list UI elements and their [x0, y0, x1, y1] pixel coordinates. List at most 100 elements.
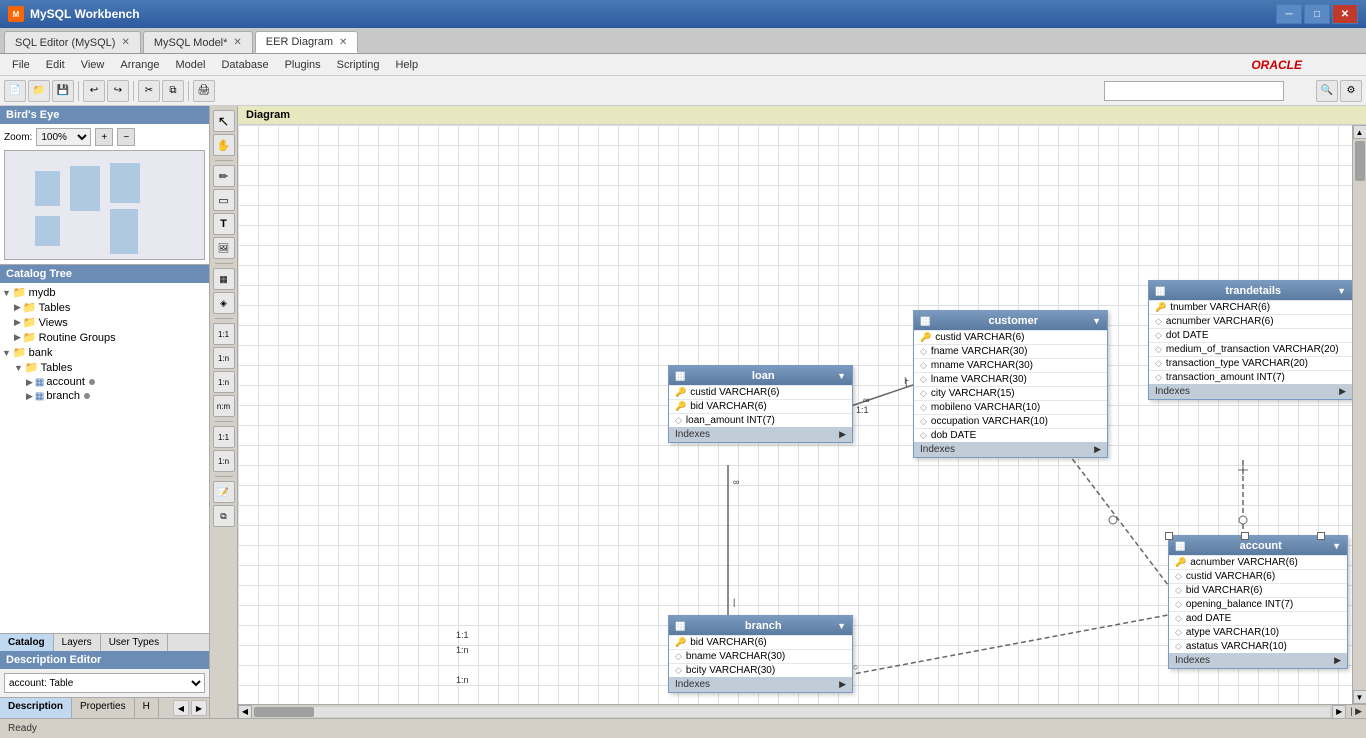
table-customer[interactable]: ▦ customer ▼ 🔑 custid VARCHAR(6) ◇ fname…	[913, 310, 1108, 458]
app-title: MySQL Workbench	[30, 7, 1276, 21]
tb-settings[interactable]: ⚙	[1340, 80, 1362, 102]
tree-bank-tables[interactable]: ▼ 📁 Tables	[2, 360, 207, 375]
tb-sep2	[133, 81, 134, 101]
zoom-out-btn[interactable]: −	[117, 128, 135, 146]
cust-lname-icon: ◇	[920, 374, 927, 385]
tab-h[interactable]: H	[135, 698, 159, 718]
tab-mysql-model[interactable]: MySQL Model* ✕	[143, 31, 253, 53]
zoom-select[interactable]: 100% 75% 50% 150%	[36, 128, 91, 146]
tool-view[interactable]: ◈	[213, 292, 235, 314]
tree-mydb-views[interactable]: ▶ 📁 Views	[2, 315, 207, 330]
branch-bcity-icon: ◇	[675, 665, 682, 676]
oracle-logo: ORACLE	[1251, 58, 1302, 72]
tb-copy[interactable]: ⧉	[162, 80, 184, 102]
tran-indexes[interactable]: Indexes ▶	[1149, 384, 1352, 399]
tab-eer-diagram[interactable]: EER Diagram ✕	[255, 31, 359, 53]
branch-indexes[interactable]: Indexes ▶	[669, 677, 852, 692]
scroll-thumb[interactable]	[1355, 141, 1365, 181]
window-controls[interactable]: ─ □ ✕	[1276, 4, 1358, 24]
scroll-down[interactable]: ▼	[1353, 690, 1366, 704]
tool-rel-5[interactable]: 1:1	[213, 426, 235, 448]
tree-mydb-tables[interactable]: ▶ 📁 Tables	[2, 300, 207, 315]
menu-plugins[interactable]: Plugins	[277, 57, 329, 73]
tool-rel-3[interactable]: 1:n	[213, 371, 235, 393]
scroll-up[interactable]: ▲	[1353, 125, 1366, 139]
tab-sql-close[interactable]: ✕	[121, 37, 129, 48]
zoom-in-btn[interactable]: +	[95, 128, 113, 146]
minimize-button[interactable]: ─	[1276, 4, 1302, 24]
tool-layer[interactable]: ⧉	[213, 505, 235, 527]
tb-save[interactable]: 💾	[52, 80, 74, 102]
tree-arrow-routines: ▶	[14, 332, 21, 343]
nav-right-btn[interactable]: ▶	[191, 700, 207, 716]
tb-cut[interactable]: ✂	[138, 80, 160, 102]
menu-model[interactable]: Model	[168, 57, 214, 73]
tb-search-btn[interactable]: 🔍	[1316, 80, 1338, 102]
branch-field-bcity: ◇ bcity VARCHAR(30)	[669, 663, 852, 677]
menu-file[interactable]: File	[4, 57, 38, 73]
h-scroll-track[interactable]	[254, 707, 1330, 717]
tree-branch[interactable]: ▶ ▦ branch	[2, 389, 207, 403]
tab-user-types[interactable]: User Types	[101, 634, 168, 651]
tab-sql-editor[interactable]: SQL Editor (MySQL) ✕	[4, 31, 141, 53]
tb-redo[interactable]: ↪	[107, 80, 129, 102]
table-account[interactable]: ▦ account ▼ 🔑 acnumber VARCHAR(6) ◇ cust…	[1168, 535, 1348, 669]
tree-mydb[interactable]: ▼ 📁 mydb	[2, 285, 207, 300]
customer-indexes[interactable]: Indexes ▶	[914, 442, 1107, 457]
acc-custid-icon: ◇	[1175, 571, 1182, 582]
tab-description[interactable]: Description	[0, 698, 72, 718]
tab-properties[interactable]: Properties	[72, 698, 135, 718]
desc-dropdown[interactable]: account: Table branch: Table loan: Table…	[4, 673, 205, 693]
table-account-name: account	[1240, 540, 1282, 552]
tool-note[interactable]: 📝	[213, 481, 235, 503]
tb-undo[interactable]: ↩	[83, 80, 105, 102]
tree-label-tables1: Tables	[39, 302, 71, 314]
table-loan[interactable]: ▦ loan ▼ 🔑 custid VARCHAR(6) 🔑 bid VARCH…	[668, 365, 853, 443]
menu-view[interactable]: View	[73, 57, 113, 73]
tool-table[interactable]: ▦	[213, 268, 235, 290]
menu-arrange[interactable]: Arrange	[112, 57, 167, 73]
tool-rel-4[interactable]: n:m	[213, 395, 235, 417]
tool-rel-2[interactable]: 1:n	[213, 347, 235, 369]
tb-print[interactable]: 🖨	[193, 80, 215, 102]
diagram-canvas[interactable]: ∞ | ∞ | ○	[238, 125, 1352, 704]
tool-rel-6[interactable]: 1:n	[213, 450, 235, 472]
scroll-right[interactable]: ▶	[1332, 705, 1346, 719]
tool-image[interactable]: 🖼	[213, 237, 235, 259]
tool-hand[interactable]: ✋	[213, 134, 235, 156]
close-button[interactable]: ✕	[1332, 4, 1358, 24]
tab-layers[interactable]: Layers	[54, 634, 101, 651]
tree-account[interactable]: ▶ ▦ account	[2, 375, 207, 389]
tree-mydb-routines[interactable]: ▶ 📁 Routine Groups	[2, 330, 207, 345]
menu-database[interactable]: Database	[213, 57, 276, 73]
handle-tr	[1317, 532, 1325, 540]
tree-bank[interactable]: ▼ 📁 bank	[2, 345, 207, 360]
nav-left-btn[interactable]: ◀	[173, 700, 189, 716]
loan-indexes[interactable]: Indexes ▶	[669, 427, 852, 442]
tb-open[interactable]: 📁	[28, 80, 50, 102]
scroll-left[interactable]: ◀	[238, 705, 252, 719]
table-branch[interactable]: ▦ branch ▼ 🔑 bid VARCHAR(6) ◇ bname VARC…	[668, 615, 853, 693]
table-trandetails[interactable]: ▦ trandetails ▼ 🔑 tnumber VARCHAR(6) ◇ a…	[1148, 280, 1352, 400]
tool-sep5	[215, 476, 233, 477]
tab-model-close[interactable]: ✕	[233, 37, 241, 48]
scroll-track[interactable]	[1355, 139, 1365, 690]
tab-catalog[interactable]: Catalog	[0, 634, 54, 651]
search-input[interactable]	[1104, 81, 1284, 101]
menu-help[interactable]: Help	[387, 57, 426, 73]
acc-indexes[interactable]: Indexes ▶	[1169, 653, 1347, 668]
tool-select[interactable]: ↖	[213, 110, 235, 132]
horizontal-scrollbar[interactable]: ◀ ▶ | ▶	[238, 704, 1366, 718]
cust-fname-icon: ◇	[920, 346, 927, 357]
tool-rect[interactable]: ▭	[213, 189, 235, 211]
tool-text[interactable]: T	[213, 213, 235, 235]
menu-edit[interactable]: Edit	[38, 57, 73, 73]
vertical-scrollbar[interactable]: ▲ ▼	[1352, 125, 1366, 704]
h-scroll-thumb[interactable]	[254, 707, 314, 717]
tb-new[interactable]: 📄	[4, 80, 26, 102]
tool-rel-1[interactable]: 1:1	[213, 323, 235, 345]
tool-pencil[interactable]: ✏	[213, 165, 235, 187]
menu-scripting[interactable]: Scripting	[329, 57, 388, 73]
tab-eer-close[interactable]: ✕	[339, 37, 347, 48]
maximize-button[interactable]: □	[1304, 4, 1330, 24]
